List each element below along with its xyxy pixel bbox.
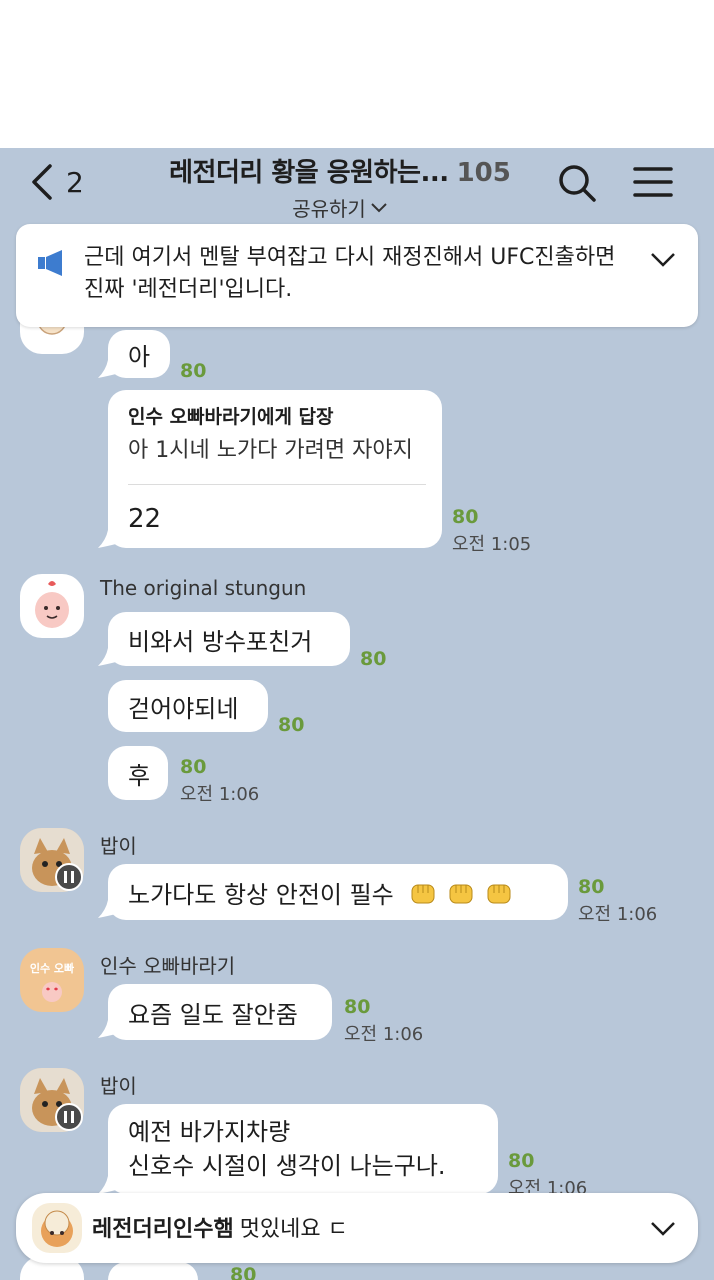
divider <box>128 484 426 485</box>
back-button[interactable]: 2 <box>28 160 98 204</box>
sender-name: 레전더리인수햄 <box>92 1217 234 1242</box>
share-label: 공유하기 <box>292 197 366 221</box>
search-icon[interactable] <box>556 162 598 204</box>
status-area <box>0 0 714 148</box>
message-text: 후 <box>128 761 151 790</box>
member-count: 105 <box>456 158 511 188</box>
sender-name[interactable]: 밥이 <box>100 1070 137 1099</box>
reply-message-bubble[interactable]: 인수 오빠바라기에게 답장 아 1시네 노가다 가려면 자야지 22 <box>108 390 442 548</box>
message-text: 22 <box>128 504 162 534</box>
fist-emoji-icon <box>411 884 435 904</box>
message-bubble[interactable]: 후 <box>108 746 168 800</box>
peach-character-avatar-icon <box>35 581 69 628</box>
message-text: 비와서 방수포친거 <box>128 627 313 656</box>
unread-chats-count: 2 <box>66 165 84 199</box>
message-bubble[interactable]: 아 <box>108 330 170 378</box>
message-time: 오전 1:06 <box>180 784 260 805</box>
unread-count: 80 <box>578 876 605 898</box>
unread-count: 80 <box>344 996 371 1018</box>
message-bubble[interactable]: 비와서 방수포친거 <box>108 612 350 666</box>
share-button[interactable]: 공유하기 <box>150 193 530 222</box>
chevron-down-icon[interactable] <box>650 252 676 268</box>
message-bubble[interactable] <box>108 1262 198 1280</box>
notice-banner[interactable]: 근데 여기서 멘탈 부여잡고 다시 재정진해서 UFC진출하면 진짜 '레전더리… <box>16 224 698 327</box>
message-text: 멋있네요 ㄷ <box>239 1217 348 1242</box>
fist-emoji-icon <box>449 884 473 904</box>
message-time: 오전 1:06 <box>578 904 658 925</box>
avatar <box>32 1203 82 1253</box>
unread-count: 80 <box>180 756 207 778</box>
chevron-down-icon <box>371 202 387 212</box>
message-time: 오전 1:05 <box>452 534 532 555</box>
unread-count: 80 <box>278 714 305 736</box>
chevron-down-icon[interactable] <box>650 1221 676 1237</box>
avatar[interactable] <box>20 574 84 638</box>
chat-title: 레전더리 황을 응원하는... <box>169 158 449 188</box>
message-text: 예전 바가지차량 <box>128 1118 291 1146</box>
message-text: 아 <box>128 342 151 371</box>
message-bubble[interactable]: 예전 바가지차량 신호수 시절이 생각이 나는구나. <box>108 1104 498 1194</box>
sender-name[interactable]: The original stungun <box>100 576 306 600</box>
chat-title-area[interactable]: 레전더리 황을 응원하는... 105 공유하기 <box>150 152 530 222</box>
megaphone-icon <box>38 250 62 276</box>
message-text: 신호수 시절이 생각이 나는구나. <box>128 1152 446 1180</box>
menu-icon[interactable] <box>632 164 674 200</box>
sender-name[interactable]: 밥이 <box>100 830 137 859</box>
reply-target: 인수 오빠바라기에게 답장 <box>128 406 334 428</box>
message-text: 요즘 일도 잘안줌 <box>128 1000 298 1029</box>
character-avatar-icon <box>41 1210 73 1247</box>
sender-name[interactable]: 인수 오빠바라기 <box>100 950 235 979</box>
unread-count: 80 <box>508 1150 535 1172</box>
message-time: 오전 1:06 <box>344 1024 424 1045</box>
message-text: 노가다도 항상 안전이 필수 <box>128 880 394 909</box>
unread-count: 80 <box>230 1264 257 1280</box>
message-bubble[interactable]: 요즘 일도 잘안줌 <box>108 984 332 1040</box>
message-text: 걷어야되네 <box>128 694 239 723</box>
unread-count: 80 <box>360 648 387 670</box>
latest-message-text: 레전더리인수햄 멋있네요 ㄷ <box>92 1211 348 1243</box>
heart-eyes-icon <box>42 982 62 1002</box>
message-bubble[interactable]: 걷어야되네 <box>108 680 268 732</box>
unread-count: 80 <box>180 360 207 382</box>
notice-text: 근데 여기서 멘탈 부여잡고 다시 재정진해서 UFC진출하면 진짜 '레전더리… <box>84 245 616 302</box>
back-arrow-icon <box>32 164 52 200</box>
reply-quote[interactable]: 아 1시네 노가다 가려면 자야지 <box>128 432 413 464</box>
message-bubble[interactable]: 노가다도 항상 안전이 필수 <box>108 864 568 920</box>
fist-emoji-icon <box>487 884 511 904</box>
avatar[interactable]: 인수 오빠 <box>20 948 84 1012</box>
badge-icon <box>55 863 83 891</box>
avatar-label: 인수 오빠 <box>29 962 75 975</box>
unread-count: 80 <box>452 506 479 528</box>
latest-message-bar[interactable]: 레전더리인수햄 멋있네요 ㄷ <box>16 1193 698 1263</box>
badge-icon <box>55 1103 83 1131</box>
